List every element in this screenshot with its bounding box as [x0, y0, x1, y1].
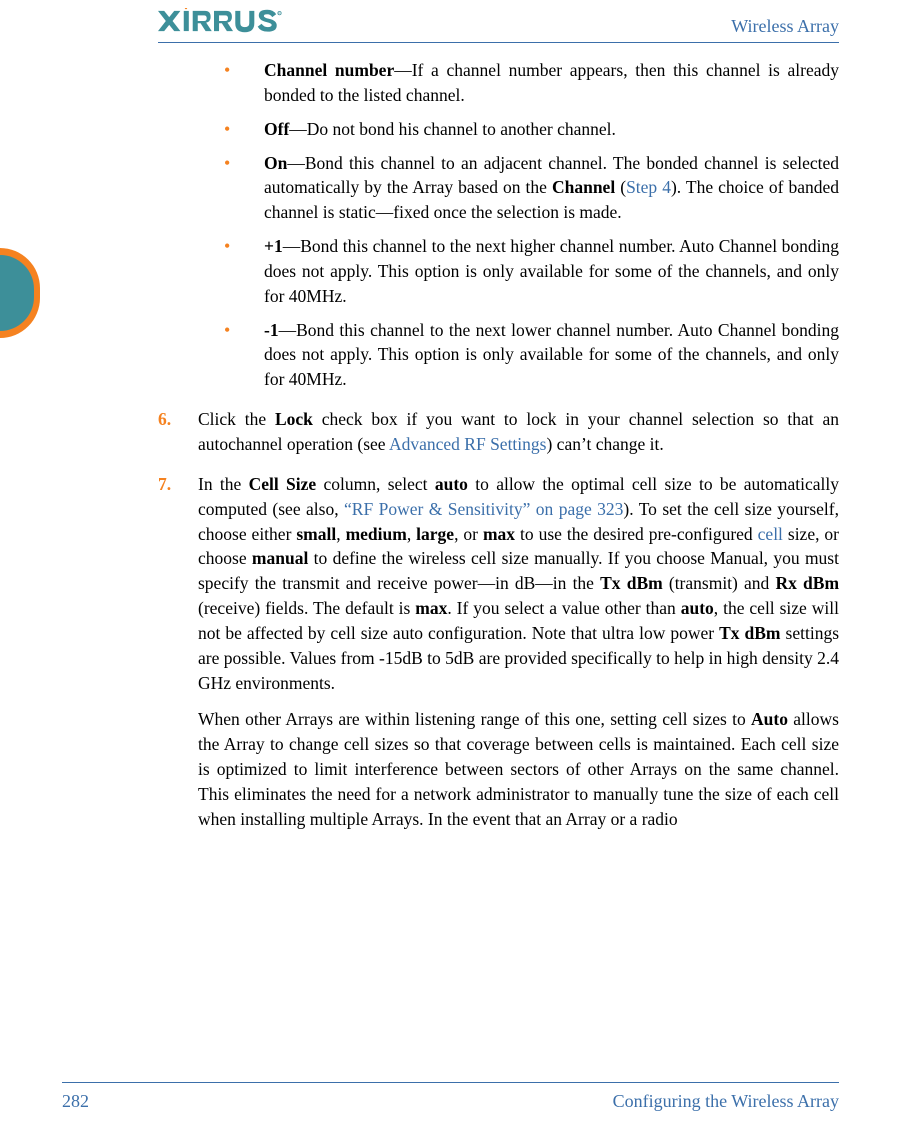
- bullet-term: Off: [264, 119, 289, 139]
- section-thumb-tab: [0, 248, 40, 338]
- step-bold: max: [483, 524, 515, 544]
- bullet-term: Channel number: [264, 60, 394, 80]
- bullet-icon: •: [224, 234, 264, 309]
- step-text: (receive) fields. The default is: [198, 598, 415, 618]
- step-text: ) can’t change it.: [546, 434, 663, 454]
- step-bold: Cell Size: [249, 474, 317, 494]
- step-text: column, select: [316, 474, 435, 494]
- step-number: 7.: [158, 472, 198, 696]
- bullet-icon: •: [224, 151, 264, 226]
- step-bold: Rx dBm: [775, 573, 839, 593]
- step-text: to use the desired pre-configured: [515, 524, 758, 544]
- section-title: Configuring the Wireless Array: [613, 1089, 839, 1115]
- step-text: When other Arrays are within listening r…: [198, 709, 751, 729]
- bullet-on: • On—Bond this channel to an adjacent ch…: [224, 151, 839, 226]
- step-bold: Auto: [751, 709, 788, 729]
- step-text: . If you select a value other than: [447, 598, 680, 618]
- step-text: , or: [454, 524, 483, 544]
- bullet-icon: •: [224, 318, 264, 393]
- link-cell[interactable]: cell: [758, 524, 783, 544]
- page-number: 282: [62, 1089, 89, 1115]
- bullet-icon: •: [224, 58, 264, 108]
- step-7-continuation: When other Arrays are within listening r…: [198, 707, 839, 831]
- step-bold: auto: [681, 598, 714, 618]
- step-text: Click the: [198, 409, 275, 429]
- link-step-4[interactable]: Step 4: [626, 177, 671, 197]
- bullet-text: —Bond this channel to the next lower cha…: [264, 320, 839, 390]
- step-bold: small: [296, 524, 336, 544]
- link-advanced-rf-settings[interactable]: Advanced RF Settings: [389, 434, 547, 454]
- page-body: • Channel number—If a channel number app…: [158, 58, 839, 1067]
- step-bold: large: [416, 524, 454, 544]
- step-text: (transmit) and: [663, 573, 776, 593]
- step-bold: Lock: [275, 409, 313, 429]
- step-bold: medium: [346, 524, 407, 544]
- step-text: ,: [407, 524, 416, 544]
- bullet-text: (: [615, 177, 626, 197]
- bullet-plus-1: • +1—Bond this channel to the next highe…: [224, 234, 839, 309]
- step-6: 6. Click the Lock check box if you want …: [158, 407, 839, 457]
- step-text: In the: [198, 474, 249, 494]
- step-text: ,: [336, 524, 345, 544]
- step-bold: manual: [252, 548, 308, 568]
- step-number: 6.: [158, 407, 198, 457]
- link-rf-power-sensitivity[interactable]: “RF Power & Sensitivity” on page 323: [344, 499, 623, 519]
- bullet-text: —Bond this channel to the next higher ch…: [264, 236, 839, 306]
- step-bold: Tx dBm: [600, 573, 663, 593]
- bullet-term: +1: [264, 236, 283, 256]
- bullet-icon: •: [224, 117, 264, 142]
- step-bold: max: [415, 598, 447, 618]
- bullet-off: • Off—Do not bond his channel to another…: [224, 117, 839, 142]
- doc-title: Wireless Array: [731, 14, 839, 40]
- bullet-channel-number: • Channel number—If a channel number app…: [224, 58, 839, 108]
- bullet-term: On: [264, 153, 287, 173]
- bullet-minus-1: • -1—Bond this channel to the next lower…: [224, 318, 839, 393]
- step-bold: auto: [435, 474, 468, 494]
- svg-text:R: R: [279, 11, 281, 15]
- bullet-bold: Channel: [552, 177, 615, 197]
- step-bold: Tx dBm: [719, 623, 780, 643]
- step-7: 7. In the Cell Size column, select auto …: [158, 472, 839, 696]
- bullet-text: —Do not bond his channel to another chan…: [289, 119, 616, 139]
- bullet-term: -1: [264, 320, 279, 340]
